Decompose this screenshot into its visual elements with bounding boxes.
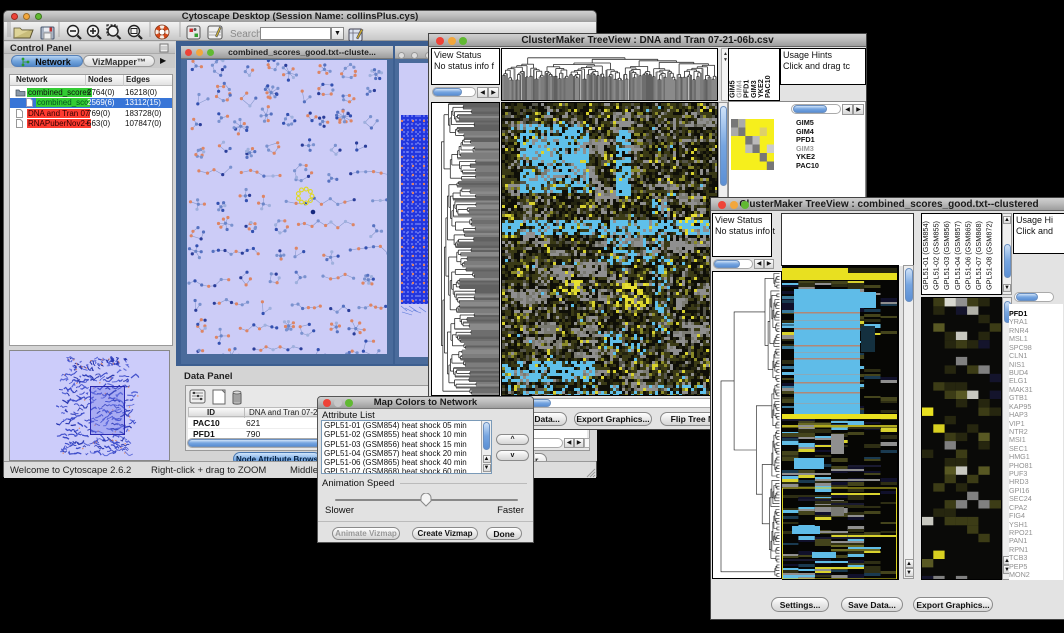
- svg-text:GPL51-01 (GSM854): GPL51-01 (GSM854): [922, 221, 930, 290]
- svg-text:GPL51-07 (GSM868): GPL51-07 (GSM868): [974, 221, 983, 290]
- svg-text:GPL51-08 (GSM872): GPL51-08 (GSM872): [985, 221, 994, 290]
- svg-text:GPL51-06 (GSM865): GPL51-06 (GSM865): [963, 221, 972, 290]
- svg-text:GPL51-02 (GSM855): GPL51-02 (GSM855): [932, 221, 941, 290]
- svg-text:PAC10: PAC10: [763, 75, 772, 98]
- svg-text:GPL51-04 (GSM857): GPL51-04 (GSM857): [953, 221, 962, 290]
- svg-text:GPL51-03 (GSM856): GPL51-03 (GSM856): [942, 221, 951, 290]
